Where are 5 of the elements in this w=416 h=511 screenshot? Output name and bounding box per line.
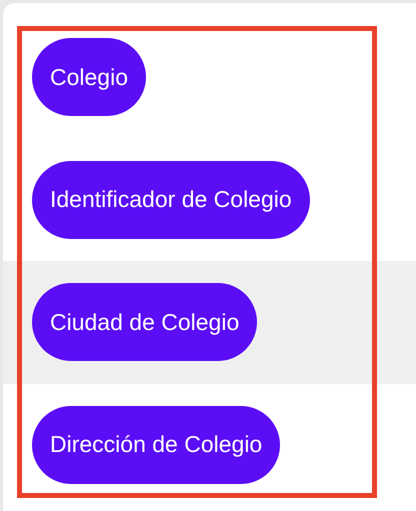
highlighted-row[interactable]: Ciudad de Colegio <box>3 261 416 384</box>
chip[interactable]: Identificador de Colegio <box>32 160 310 239</box>
chip[interactable]: Ciudad de Colegio <box>32 283 258 362</box>
chip[interactable]: Dirección de Colegio <box>32 406 280 484</box>
chip[interactable]: Colegio <box>32 38 146 116</box>
